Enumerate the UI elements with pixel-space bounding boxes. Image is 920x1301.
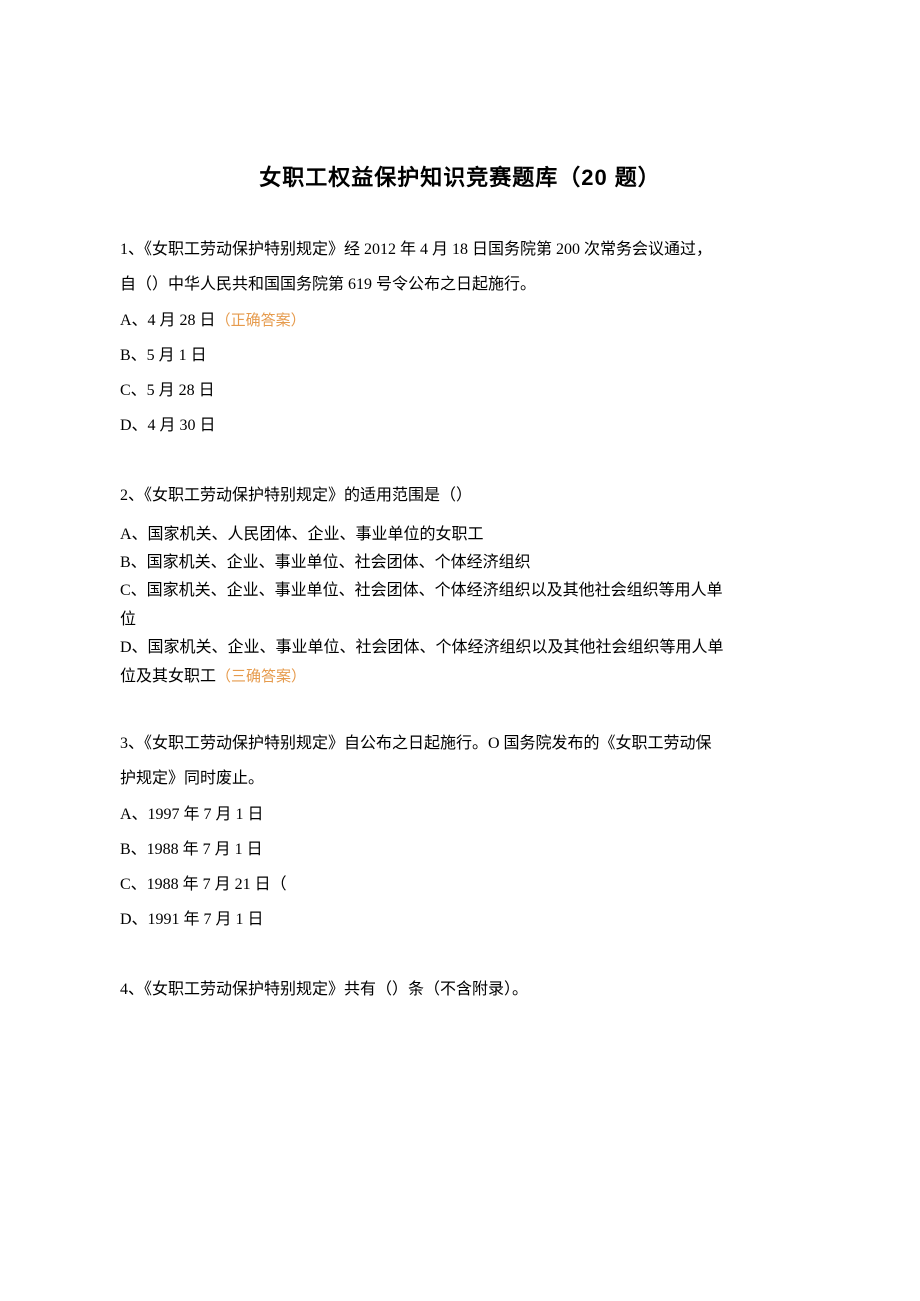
q3-option-b: B、1988 年 7 月 1 日 xyxy=(120,834,800,866)
q2-optD-answer: （三确答案） xyxy=(216,669,306,685)
q1-option-c: C、5 月 28 日 xyxy=(120,375,800,407)
question-2: 2、《女职工劳动保护特别规定》的适用范围是（） A、国家机关、人民团体、企业、事… xyxy=(120,478,800,690)
document-page: 女职工权益保护知识竞赛题库（20 题） 1、《女职工劳动保护特别规定》经 201… xyxy=(0,0,920,1123)
q3-text-line1: 3、《女职工劳动保护特别规定》自公布之日起施行。O 国务院发布的《女职工劳动保 xyxy=(120,726,800,761)
q3-option-c: C、1988 年 7 月 21 日（ xyxy=(120,869,800,901)
q2-option-c-line1: C、国家机关、企业、事业单位、社会团体、个体经济组织以及其他社会组织等用人单 xyxy=(120,578,800,604)
q2-option-d-line2: 位及其女职工（三确答案） xyxy=(120,664,800,690)
q1-optA-text: A、4 月 28 日 xyxy=(120,312,216,329)
q2-option-a: A、国家机关、人民团体、企业、事业单位的女职工 xyxy=(120,522,800,548)
q1-optA-answer: （正确答案） xyxy=(216,313,306,329)
question-1: 1、《女职工劳动保护特别规定》经 2012 年 4 月 18 日国务院第 200… xyxy=(120,232,800,442)
q4-text: 4、《女职工劳动保护特别规定》共有（）条（不含附录）。 xyxy=(120,972,800,1007)
question-3: 3、《女职工劳动保护特别规定》自公布之日起施行。O 国务院发布的《女职工劳动保 … xyxy=(120,726,800,936)
question-4: 4、《女职工劳动保护特别规定》共有（）条（不含附录）。 xyxy=(120,972,800,1007)
q1-text-line2: 自（）中华人民共和国国务院第 619 号令公布之日起施行。 xyxy=(120,267,800,302)
q1-text-line1: 1、《女职工劳动保护特别规定》经 2012 年 4 月 18 日国务院第 200… xyxy=(120,232,800,267)
title-suffix: 题） xyxy=(608,165,661,190)
title-number: 20 xyxy=(581,165,607,190)
q2-option-c-line2: 位 xyxy=(120,607,800,633)
q1-option-b: B、5 月 1 日 xyxy=(120,340,800,372)
q1-option-a: A、4 月 28 日（正确答案） xyxy=(120,305,800,337)
q2-option-b: B、国家机关、企业、事业单位、社会团体、个体经济组织 xyxy=(120,550,800,576)
title-prefix: 女职工权益保护知识竞赛题库（ xyxy=(259,165,581,190)
q1-option-d: D、4 月 30 日 xyxy=(120,410,800,442)
q2-text: 2、《女职工劳动保护特别规定》的适用范围是（） xyxy=(120,478,800,513)
q3-text-line2: 护规定》同时废止。 xyxy=(120,761,800,796)
q3-option-a: A、1997 年 7 月 1 日 xyxy=(120,799,800,831)
page-title: 女职工权益保护知识竞赛题库（20 题） xyxy=(120,160,800,192)
q3-option-d: D、1991 年 7 月 1 日 xyxy=(120,904,800,936)
q2-optD-l2-text: 位及其女职工 xyxy=(120,668,216,685)
q2-option-d-line1: D、国家机关、企业、事业单位、社会团体、个体经济组织以及其他社会组织等用人单 xyxy=(120,635,800,661)
